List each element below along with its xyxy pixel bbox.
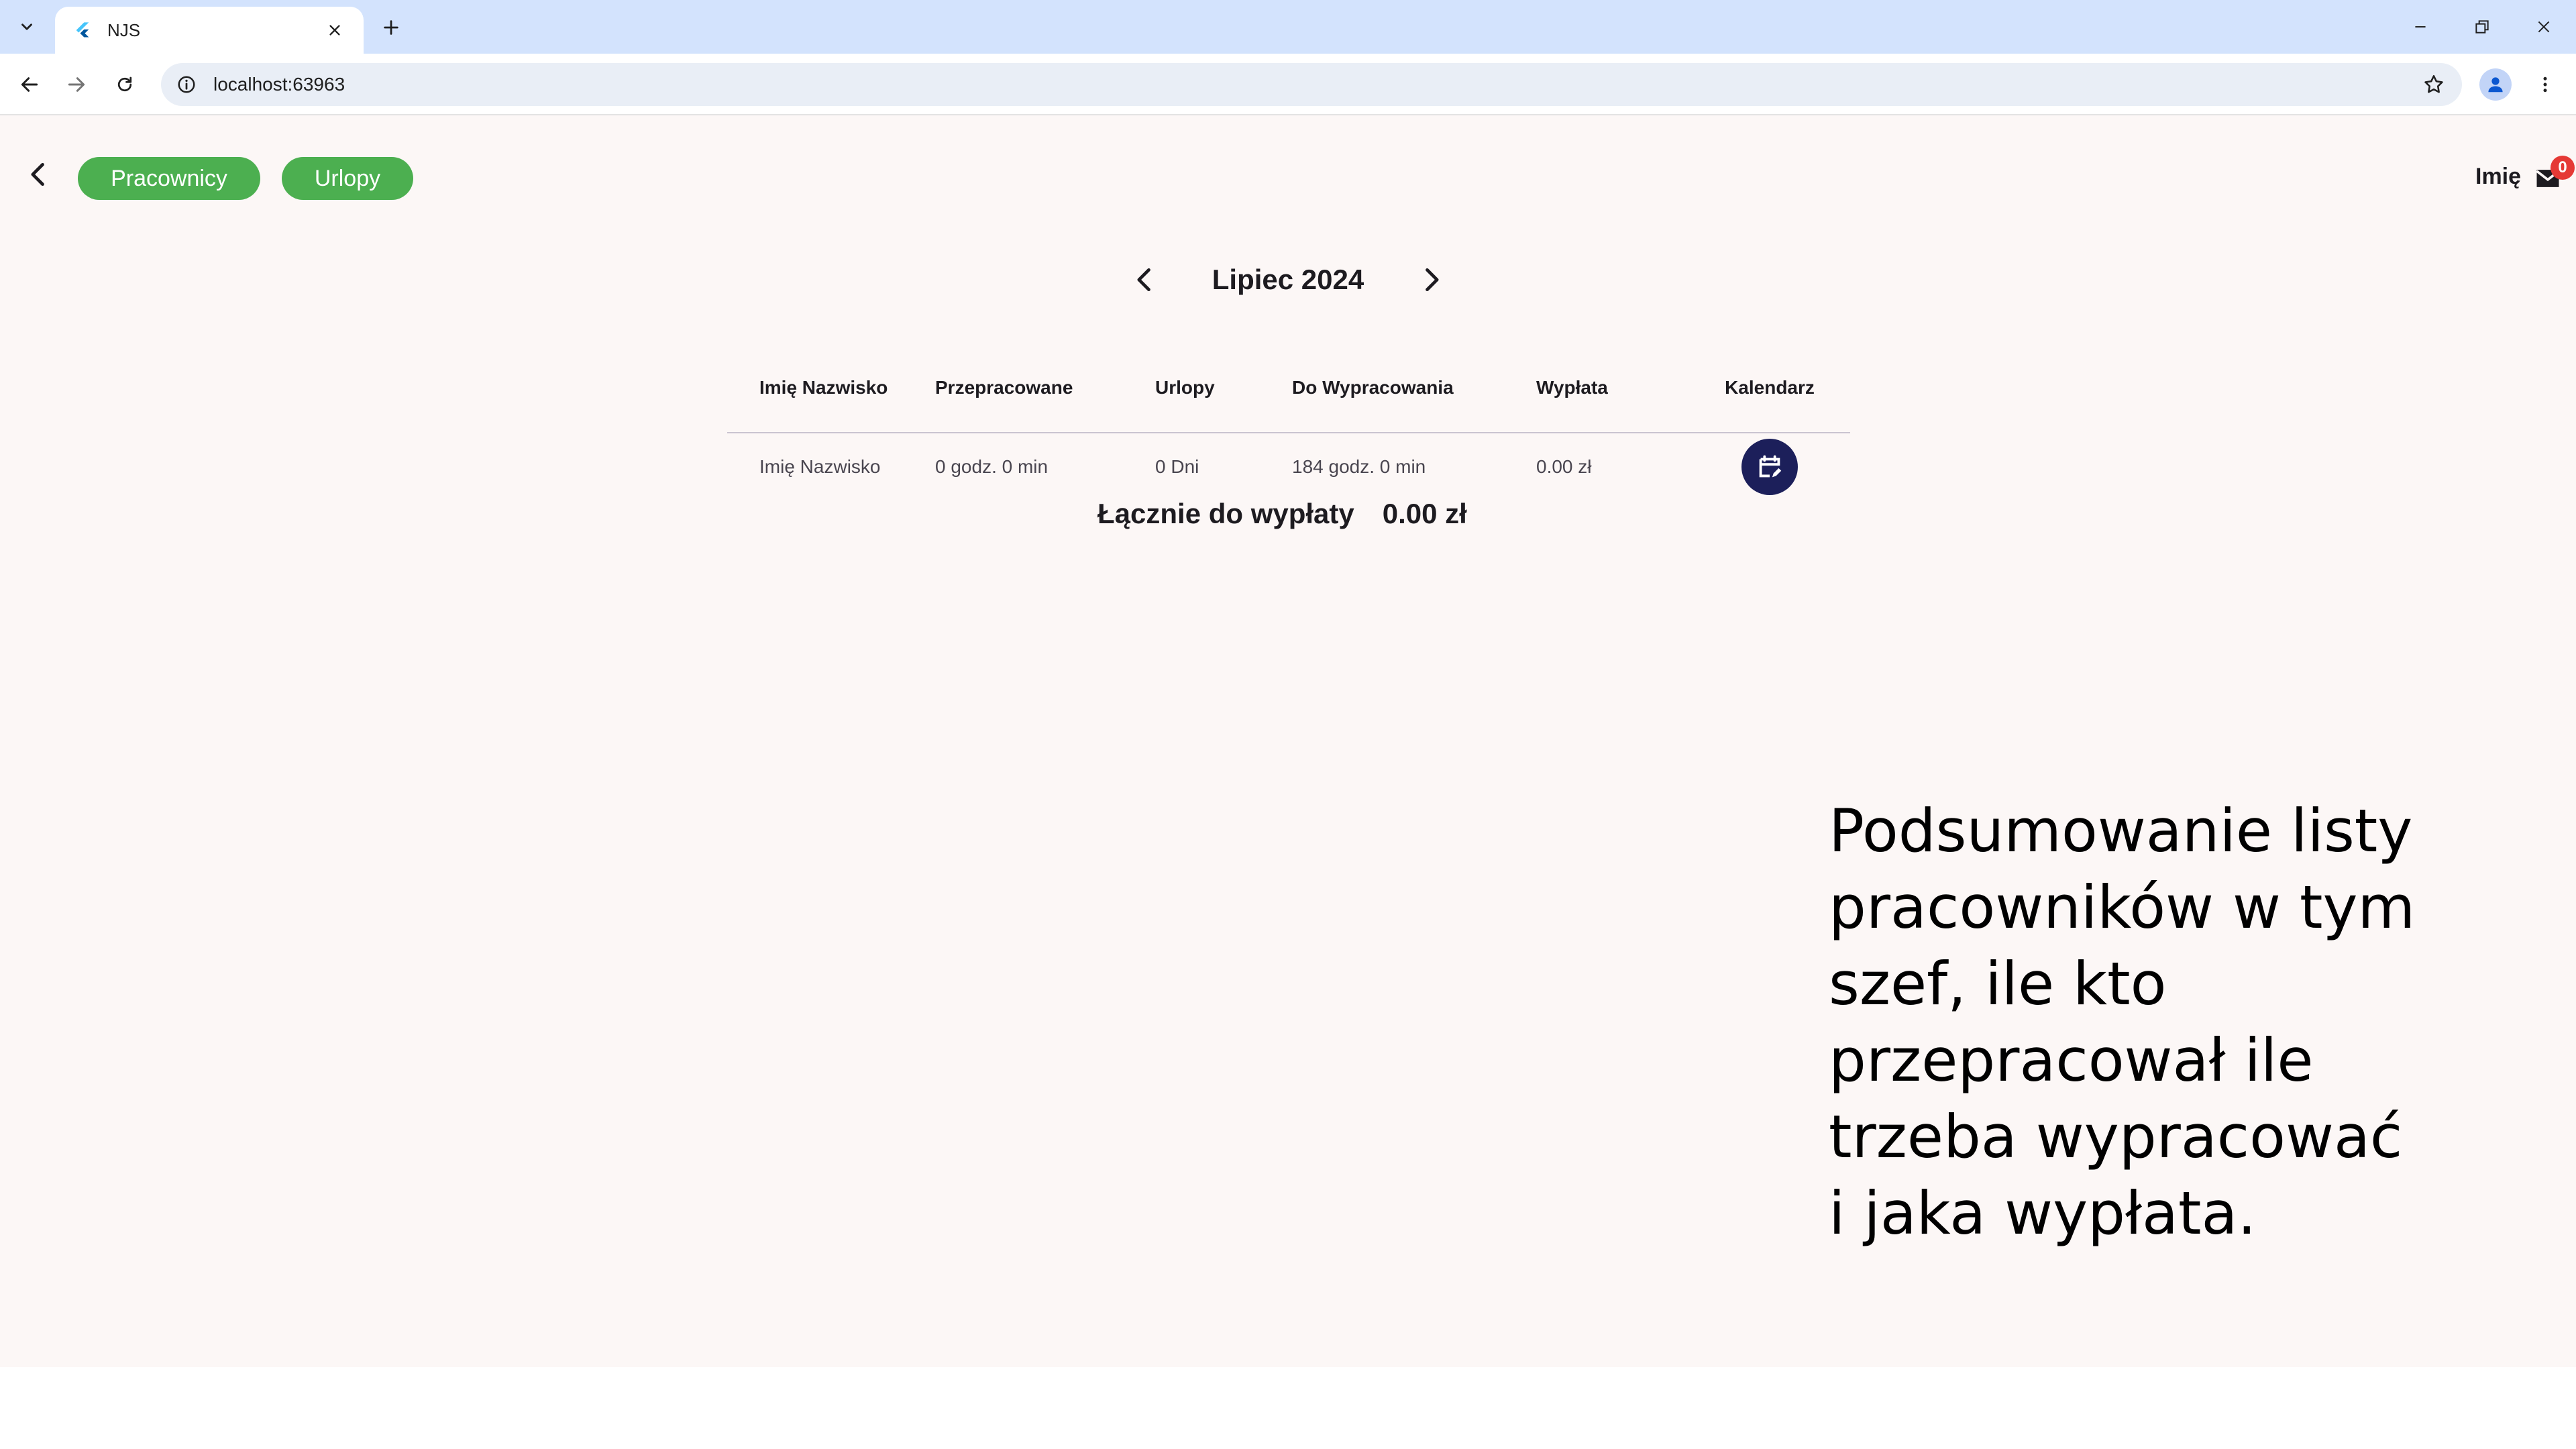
table-header-row: Imię Nazwisko Przepracowane Urlopy Do Wy… xyxy=(727,343,1850,433)
tab-close-button[interactable] xyxy=(323,19,346,42)
cell-pay: 0.00 zł xyxy=(1536,456,1592,477)
info-icon[interactable] xyxy=(174,72,199,97)
browser-menu-button[interactable] xyxy=(2529,68,2561,101)
employees-button[interactable]: Pracownicy xyxy=(78,157,260,200)
tab-search-button[interactable] xyxy=(9,11,44,43)
close-window-button[interactable] xyxy=(2517,9,2571,44)
mail-count-badge: 0 xyxy=(2551,156,2575,180)
browser-tab-bar: NJS xyxy=(0,0,2576,54)
flutter-icon xyxy=(72,20,93,40)
reload-button[interactable] xyxy=(106,66,144,103)
column-header-leave: Urlopy xyxy=(1155,377,1215,398)
month-label: Lipiec 2024 xyxy=(1212,264,1364,295)
tab-title: NJS xyxy=(107,19,141,40)
table-row: Imię Nazwisko 0 godz. 0 min 0 Dni 184 go… xyxy=(727,433,1850,500)
browser-toolbar: localhost:63963 xyxy=(0,54,2576,115)
new-tab-button[interactable] xyxy=(376,12,407,43)
column-header-to-work: Do Wypracowania xyxy=(1292,377,1454,398)
address-bar[interactable]: localhost:63963 xyxy=(161,63,2462,106)
reload-icon xyxy=(117,76,132,92)
restore-button[interactable] xyxy=(2455,9,2509,44)
cell-to-work: 184 godz. 0 min xyxy=(1292,456,1426,477)
column-header-name: Imię Nazwisko xyxy=(759,377,888,398)
column-header-pay: Wypłata xyxy=(1536,377,1608,398)
column-header-calendar: Kalendarz xyxy=(1725,377,1815,398)
app-page: Pracownicy Urlopy Imię 0 Lipiec 2024 Imi… xyxy=(0,115,2576,1367)
more-vert-icon xyxy=(2543,76,2547,93)
leaves-button[interactable]: Urlopy xyxy=(282,157,413,200)
total-payout-label: Łącznie do wypłaty xyxy=(1097,498,1354,529)
column-header-worked: Przepracowane xyxy=(935,377,1073,398)
close-icon xyxy=(329,25,340,36)
employee-summary-table: Imię Nazwisko Przepracowane Urlopy Do Wy… xyxy=(727,343,1850,500)
chevron-down-icon xyxy=(21,23,32,30)
edit-calendar-icon xyxy=(1759,455,1782,478)
chevron-left-icon xyxy=(31,162,44,186)
chevron-left-icon xyxy=(1137,268,1150,292)
cell-name: Imię Nazwisko xyxy=(759,456,881,477)
forward-button[interactable] xyxy=(58,66,95,103)
close-icon xyxy=(2538,21,2550,33)
url-text[interactable]: localhost:63963 xyxy=(213,74,2419,95)
star-icon[interactable] xyxy=(2419,70,2449,99)
browser-tab[interactable]: NJS xyxy=(55,7,364,54)
arrow-left-icon xyxy=(21,77,38,92)
person-icon xyxy=(2488,77,2503,93)
cell-leave: 0 Dni xyxy=(1155,456,1199,477)
back-button[interactable] xyxy=(11,66,48,103)
arrow-right-icon xyxy=(68,77,85,92)
annotation-caption: Podsumowanie listy pracowników w tym sze… xyxy=(1829,796,2416,1248)
profile-button[interactable] xyxy=(2479,68,2512,101)
previous-month-button[interactable] xyxy=(1127,262,1163,298)
plus-icon xyxy=(384,20,398,35)
total-payout-value: 0.00 zł xyxy=(1382,498,1467,529)
chevron-right-icon xyxy=(1426,268,1439,292)
calendar-button[interactable] xyxy=(1741,439,1798,495)
app-back-button[interactable] xyxy=(20,156,58,193)
total-payout: Łącznie do wypłaty 0.00 zł xyxy=(1097,498,1467,530)
minimize-icon xyxy=(2415,26,2426,28)
month-navigator: Lipiec 2024 xyxy=(1127,256,1449,303)
restore-icon xyxy=(2475,20,2489,34)
user-name[interactable]: Imię xyxy=(2475,164,2521,190)
next-month-button[interactable] xyxy=(1413,262,1449,298)
cell-calendar xyxy=(1689,439,1850,495)
cell-worked: 0 godz. 0 min xyxy=(935,456,1049,477)
minimize-button[interactable] xyxy=(2394,9,2447,44)
